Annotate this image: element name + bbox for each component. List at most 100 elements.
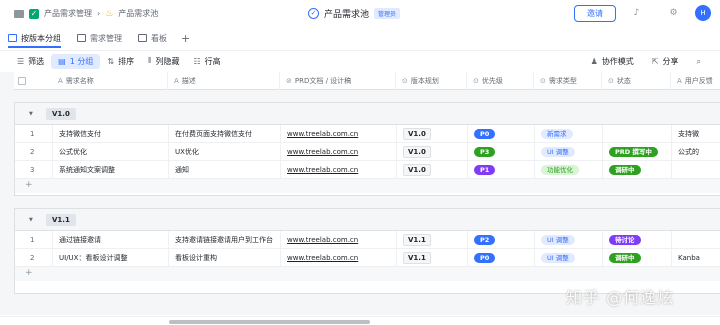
data-grid: A 需求名称 A 描述 ⊘ PRD文档 / 设计稿 ⊙ 版本规划 ⊙ 优先级 ⊙ 需求类型 … <box>0 72 720 315</box>
row-number[interactable]: 1 <box>15 231 53 249</box>
row-number[interactable]: 1 <box>15 125 53 143</box>
cell-prd-link[interactable]: www.treelab.com.cn <box>281 125 397 143</box>
cell-type[interactable]: UI 调整 <box>535 143 603 161</box>
column-header-version[interactable]: ⊙ 版本规划 <box>396 72 467 90</box>
column-header-desc[interactable]: A 描述 <box>168 72 280 90</box>
row-number[interactable]: 2 <box>15 249 53 267</box>
avatar[interactable]: H <box>695 5 711 21</box>
cell-desc[interactable]: UX优化 <box>169 143 281 161</box>
cell-priority[interactable]: P3 <box>468 143 535 161</box>
cell-version[interactable]: V1.0 <box>397 161 468 179</box>
add-row-button[interactable]: + <box>15 179 720 193</box>
cell-version[interactable]: V1.0 <box>397 143 468 161</box>
filter-button[interactable]: ☰ 筛选 <box>10 54 51 69</box>
group-button[interactable]: ▤ 1 分组 <box>51 53 101 69</box>
sort-button[interactable]: ⇅ 排序 <box>100 54 141 69</box>
tab-kanban[interactable]: 看板 <box>130 28 175 48</box>
tab-group-by-version[interactable]: 按版本分组 <box>0 28 69 48</box>
share-button[interactable]: ⇱ 分享 <box>645 54 686 69</box>
cell-desc[interactable]: 看板设计重构 <box>169 249 281 267</box>
cell-name[interactable]: 通过链接邀请 <box>53 231 169 249</box>
cell-desc[interactable]: 通知 <box>169 161 281 179</box>
cell-status[interactable]: 调研中 <box>603 161 672 179</box>
cell-type[interactable]: 新需求 <box>535 125 603 143</box>
search-button[interactable]: ⌕ <box>690 54 708 69</box>
breadcrumb-item-pool[interactable]: 产品需求池 <box>118 8 158 19</box>
cell-desc[interactable]: 在付费页面支持微信支付 <box>169 125 281 143</box>
cell-version[interactable]: V1.1 <box>397 249 468 267</box>
row-number-text: 1 <box>30 236 35 244</box>
cell-status[interactable]: 调研中 <box>603 249 672 267</box>
cell-version[interactable]: V1.0 <box>397 125 468 143</box>
tab-requirements[interactable]: 需求管理 <box>69 28 130 48</box>
cell-type[interactable]: UI 调整 <box>535 249 603 267</box>
column-header-prd[interactable]: ⊘ PRD文档 / 设计稿 <box>280 72 396 90</box>
add-row-button[interactable]: + <box>15 267 720 281</box>
toolbar: ☰ 筛选 ▤ 1 分组 ⇅ 排序 ⫴ 列隐藏 ☷ 行高 ♟ 协作模式 ⇱ 分享 … <box>0 50 720 71</box>
watermark: 知乎 @何逸炫 <box>566 288 675 307</box>
cell-version[interactable]: V1.1 <box>397 231 468 249</box>
prd-link[interactable]: www.treelab.com.cn <box>287 236 358 244</box>
prd-link[interactable]: www.treelab.com.cn <box>287 166 358 174</box>
cell-priority[interactable]: P1 <box>468 161 535 179</box>
cell-priority[interactable]: P2 <box>468 231 535 249</box>
collab-mode-button[interactable]: ♟ 协作模式 <box>584 54 641 69</box>
table-row[interactable]: 2 公式优化 UX优化 www.treelab.com.cn V1.0 P3 UI 调整 PR… <box>15 143 720 161</box>
cell-status[interactable]: 待讨论 <box>603 231 672 249</box>
breadcrumb-item-manage[interactable]: 产品需求管理 <box>44 8 92 19</box>
cell-type[interactable]: UI 调整 <box>535 231 603 249</box>
cell-feedback[interactable] <box>672 231 720 249</box>
row-number[interactable]: 3 <box>15 161 53 179</box>
row-height-button[interactable]: ☷ 行高 <box>186 54 227 69</box>
cell-desc[interactable]: 支持邀请链接邀请用户到工作台 <box>169 231 281 249</box>
table-row[interactable]: 3 系统通知文案调整 通知 www.treelab.com.cn V1.0 P1 功能优化 调… <box>15 161 720 179</box>
hide-columns-button[interactable]: ⫴ 列隐藏 <box>141 54 186 69</box>
priority-pill: P1 <box>474 165 496 175</box>
doc-title[interactable]: 产品需求池 <box>324 7 369 20</box>
select-all-checkbox[interactable] <box>18 77 26 85</box>
group-header[interactable]: ▼ V1.1 <box>15 209 720 231</box>
invite-button[interactable]: 邀请 <box>574 5 616 22</box>
cell-feedback[interactable] <box>672 161 720 179</box>
column-header-status[interactable]: ⊙ 状态 <box>602 72 671 90</box>
cell-prd-link[interactable]: www.treelab.com.cn <box>281 249 397 267</box>
prd-link[interactable]: www.treelab.com.cn <box>287 148 358 156</box>
caret-down-icon[interactable]: ▼ <box>29 217 33 223</box>
cell-name[interactable]: 公式优化 <box>53 143 169 161</box>
prd-link[interactable]: www.treelab.com.cn <box>287 254 358 262</box>
add-view-icon[interactable]: + <box>175 32 196 45</box>
cell-name[interactable]: 支持微信支付 <box>53 125 169 143</box>
bell-icon[interactable]: ♪ <box>631 8 642 19</box>
cell-prd-link[interactable]: www.treelab.com.cn <box>281 161 397 179</box>
type-tag: UI 调整 <box>541 147 575 157</box>
column-header-type[interactable]: ⊙ 需求类型 <box>534 72 602 90</box>
table-row[interactable]: 1 通过链接邀请 支持邀请链接邀请用户到工作台 www.treelab.com.cn V… <box>15 231 720 249</box>
cell-feedback[interactable]: 支持微 <box>672 125 720 143</box>
column-header-priority[interactable]: ⊙ 优先级 <box>467 72 534 90</box>
folder-icon[interactable] <box>14 9 24 18</box>
caret-down-icon[interactable]: ▼ <box>29 111 33 117</box>
prd-link[interactable]: www.treelab.com.cn <box>287 130 358 138</box>
cell-priority[interactable]: P0 <box>468 125 535 143</box>
cell-feedback[interactable]: 公式的 <box>672 143 720 161</box>
version-tag: V1.0 <box>403 146 431 158</box>
cell-prd-link[interactable]: www.treelab.com.cn <box>281 231 397 249</box>
row-number[interactable]: 2 <box>15 143 53 161</box>
group-header[interactable]: ▼ V1.0 <box>15 103 720 125</box>
column-header-feedback[interactable]: A 用户反馈 <box>671 72 720 90</box>
cell-prd-link[interactable]: www.treelab.com.cn <box>281 143 397 161</box>
horizontal-scrollbar[interactable] <box>0 316 720 325</box>
cell-priority[interactable]: P0 <box>468 249 535 267</box>
scrollbar-thumb[interactable] <box>169 320 370 324</box>
flame-icon: ♨ <box>105 8 114 19</box>
cell-status[interactable] <box>603 125 672 143</box>
column-header-name[interactable]: A 需求名称 <box>52 72 168 90</box>
cell-type[interactable]: 功能优化 <box>535 161 603 179</box>
settings-icon[interactable]: ⚙ <box>668 8 679 19</box>
table-row[interactable]: 2 UI/UX：看板设计调整 看板设计重构 www.treelab.com.cn V1.… <box>15 249 720 267</box>
cell-name[interactable]: 系统通知文案调整 <box>53 161 169 179</box>
cell-status[interactable]: PRD 撰写中 <box>603 143 672 161</box>
table-row[interactable]: 1 支持微信支付 在付费页面支持微信支付 www.treelab.com.cn V1.0… <box>15 125 720 143</box>
cell-name[interactable]: UI/UX：看板设计调整 <box>53 249 169 267</box>
cell-feedback[interactable]: Kanba <box>672 249 720 267</box>
